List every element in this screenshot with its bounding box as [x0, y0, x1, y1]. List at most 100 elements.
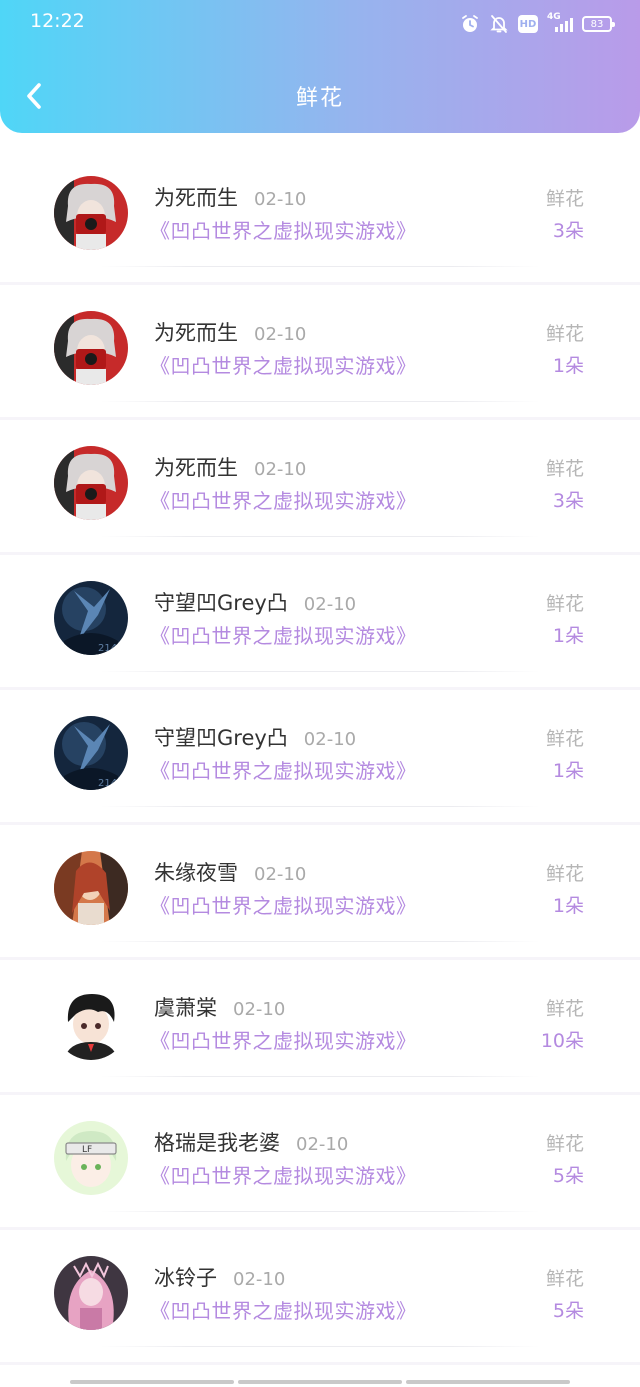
username-text: 格瑞是我老婆	[154, 1131, 280, 1155]
list-item[interactable]: 为死而生 02-10 《凹凸世界之虚拟现实游戏》 鲜花 3朵	[0, 150, 640, 285]
book-title[interactable]: 《凹凸世界之虚拟现实游戏》	[150, 1295, 417, 1324]
gift-count: 1朵	[552, 895, 584, 917]
divider	[100, 1346, 540, 1347]
book-title[interactable]: 《凹凸世界之虚拟现实游戏》	[150, 890, 417, 919]
avatar[interactable]: LF	[54, 1121, 128, 1195]
avatar[interactable]	[54, 446, 128, 520]
book-title[interactable]: 《凹凸世界之虚拟现实游戏》	[150, 620, 417, 649]
gift-type-label: 鲜花	[545, 1133, 584, 1155]
gift-type-label: 鲜花	[545, 458, 584, 480]
avatar[interactable]	[54, 1256, 128, 1330]
gift-type-label: 鲜花	[545, 593, 584, 615]
username-text: 朱缘夜雪	[154, 861, 238, 885]
username[interactable]: 为死而生 02-10	[154, 317, 306, 347]
book-title[interactable]: 《凹凸世界之虚拟现实游戏》	[150, 350, 417, 379]
list-item-card: 为死而生 02-10 《凹凸世界之虚拟现实游戏》 鲜花 1朵	[0, 285, 640, 417]
list-item[interactable]: 虞萧棠 02-10 《凹凸世界之虚拟现实游戏》 鲜花 10朵	[0, 960, 640, 1095]
svg-text:214: 214	[98, 778, 117, 789]
divider	[100, 1211, 540, 1212]
username[interactable]: 格瑞是我老婆 02-10	[154, 1127, 348, 1157]
gift-date: 02-10	[233, 1269, 286, 1290]
row-separator	[0, 1362, 640, 1365]
gift-date: 02-10	[254, 189, 307, 210]
book-title[interactable]: 《凹凸世界之虚拟现实游戏》	[150, 755, 417, 784]
list-item[interactable]: 为死而生 02-10 《凹凸世界之虚拟现实游戏》 鲜花 3朵	[0, 420, 640, 555]
username[interactable]: 为死而生 02-10	[154, 452, 306, 482]
bottom-scroll-indicator	[70, 1380, 570, 1384]
list-item[interactable]: LF 格瑞是我老婆 02-10 《凹凸世界之虚拟现实游戏》 鲜花 5朵	[0, 1095, 640, 1230]
divider	[100, 266, 540, 267]
gift-count: 3朵	[552, 490, 584, 512]
battery-icon: 83	[582, 16, 615, 32]
gift-date: 02-10	[233, 999, 286, 1020]
gift-type-label: 鲜花	[545, 863, 584, 885]
list-item-card: 214 守望凹Grey凸 02-10 《凹凸世界之虚拟现实游戏》 鲜花 1朵	[0, 555, 640, 687]
list-item-card: 朱缘夜雪 02-10 《凹凸世界之虚拟现实游戏》 鲜花 1朵	[0, 825, 640, 957]
divider	[100, 536, 540, 537]
divider	[100, 941, 540, 942]
app-header: 12:22 HD 4G 83 鲜花	[0, 0, 640, 133]
username-text: 守望凹Grey凸	[154, 591, 288, 615]
gift-count: 5朵	[552, 1165, 584, 1187]
alarm-icon	[462, 15, 478, 32]
divider	[100, 671, 540, 672]
gift-type-label: 鲜花	[545, 1268, 584, 1290]
username[interactable]: 守望凹Grey凸 02-10	[154, 722, 356, 752]
gift-count: 5朵	[552, 1300, 584, 1322]
avatar[interactable]: 214	[54, 716, 128, 790]
silent-icon	[490, 15, 508, 33]
gift-date: 02-10	[254, 459, 307, 480]
book-title[interactable]: 《凹凸世界之虚拟现实游戏》	[150, 1025, 417, 1054]
book-title[interactable]: 《凹凸世界之虚拟现实游戏》	[150, 485, 417, 514]
divider	[100, 806, 540, 807]
username[interactable]: 冰铃子 02-10	[154, 1262, 285, 1292]
username[interactable]: 守望凹Grey凸 02-10	[154, 587, 356, 617]
gift-type-label: 鲜花	[545, 188, 584, 210]
list-item-card: 为死而生 02-10 《凹凸世界之虚拟现实游戏》 鲜花 3朵	[0, 420, 640, 552]
status-icons: HD 4G 83	[460, 12, 615, 36]
list-item-card: LF 格瑞是我老婆 02-10 《凹凸世界之虚拟现实游戏》 鲜花 5朵	[0, 1095, 640, 1227]
list-item[interactable]: 214 守望凹Grey凸 02-10 《凹凸世界之虚拟现实游戏》 鲜花 1朵	[0, 690, 640, 825]
signal-icon: 4G	[547, 12, 573, 34]
book-title[interactable]: 《凹凸世界之虚拟现实游戏》	[150, 1160, 417, 1189]
list-item[interactable]: 214 守望凹Grey凸 02-10 《凹凸世界之虚拟现实游戏》 鲜花 1朵	[0, 555, 640, 690]
username-text: 冰铃子	[154, 1266, 217, 1290]
list-item[interactable]: 冰铃子 02-10 《凹凸世界之虚拟现实游戏》 鲜花 5朵	[0, 1230, 640, 1365]
gift-count: 10朵	[540, 1030, 584, 1052]
svg-text:214: 214	[98, 643, 117, 654]
svg-text:LF: LF	[82, 1145, 92, 1155]
list-item[interactable]: 朱缘夜雪 02-10 《凹凸世界之虚拟现实游戏》 鲜花 1朵	[0, 825, 640, 960]
gift-date: 02-10	[303, 594, 357, 615]
gift-count: 1朵	[552, 760, 584, 782]
username-text: 为死而生	[154, 321, 238, 345]
list-item[interactable]: 为死而生 02-10 《凹凸世界之虚拟现实游戏》 鲜花 1朵	[0, 285, 640, 420]
gift-date: 02-10	[254, 864, 307, 885]
gift-count: 1朵	[552, 625, 584, 647]
gift-date: 02-10	[303, 729, 357, 750]
username[interactable]: 朱缘夜雪 02-10	[154, 857, 306, 887]
avatar[interactable]	[54, 311, 128, 385]
gift-type-label: 鲜花	[545, 998, 584, 1020]
gift-count: 3朵	[552, 220, 584, 242]
gift-count: 1朵	[552, 355, 584, 377]
list-item-card: 冰铃子 02-10 《凹凸世界之虚拟现实游戏》 鲜花 5朵	[0, 1230, 640, 1362]
username[interactable]: 为死而生 02-10	[154, 182, 306, 212]
gift-type-label: 鲜花	[545, 323, 584, 345]
avatar[interactable]	[54, 851, 128, 925]
username-text: 为死而生	[154, 186, 238, 210]
username-text: 虞萧棠	[154, 996, 217, 1020]
battery-level: 83	[590, 18, 604, 30]
gift-date: 02-10	[254, 324, 307, 345]
avatar[interactable]	[54, 176, 128, 250]
list-item-card: 为死而生 02-10 《凹凸世界之虚拟现实游戏》 鲜花 3朵	[0, 150, 640, 282]
list-item-card: 虞萧棠 02-10 《凹凸世界之虚拟现实游戏》 鲜花 10朵	[0, 960, 640, 1092]
status-time: 12:22	[30, 10, 85, 32]
book-title[interactable]: 《凹凸世界之虚拟现实游戏》	[150, 215, 417, 244]
avatar[interactable]	[54, 986, 128, 1060]
username-text: 为死而生	[154, 456, 238, 480]
page-title: 鲜花	[295, 86, 344, 111]
divider	[100, 1076, 540, 1077]
username[interactable]: 虞萧棠 02-10	[154, 992, 285, 1022]
avatar[interactable]: 214	[54, 581, 128, 655]
divider	[100, 401, 540, 402]
